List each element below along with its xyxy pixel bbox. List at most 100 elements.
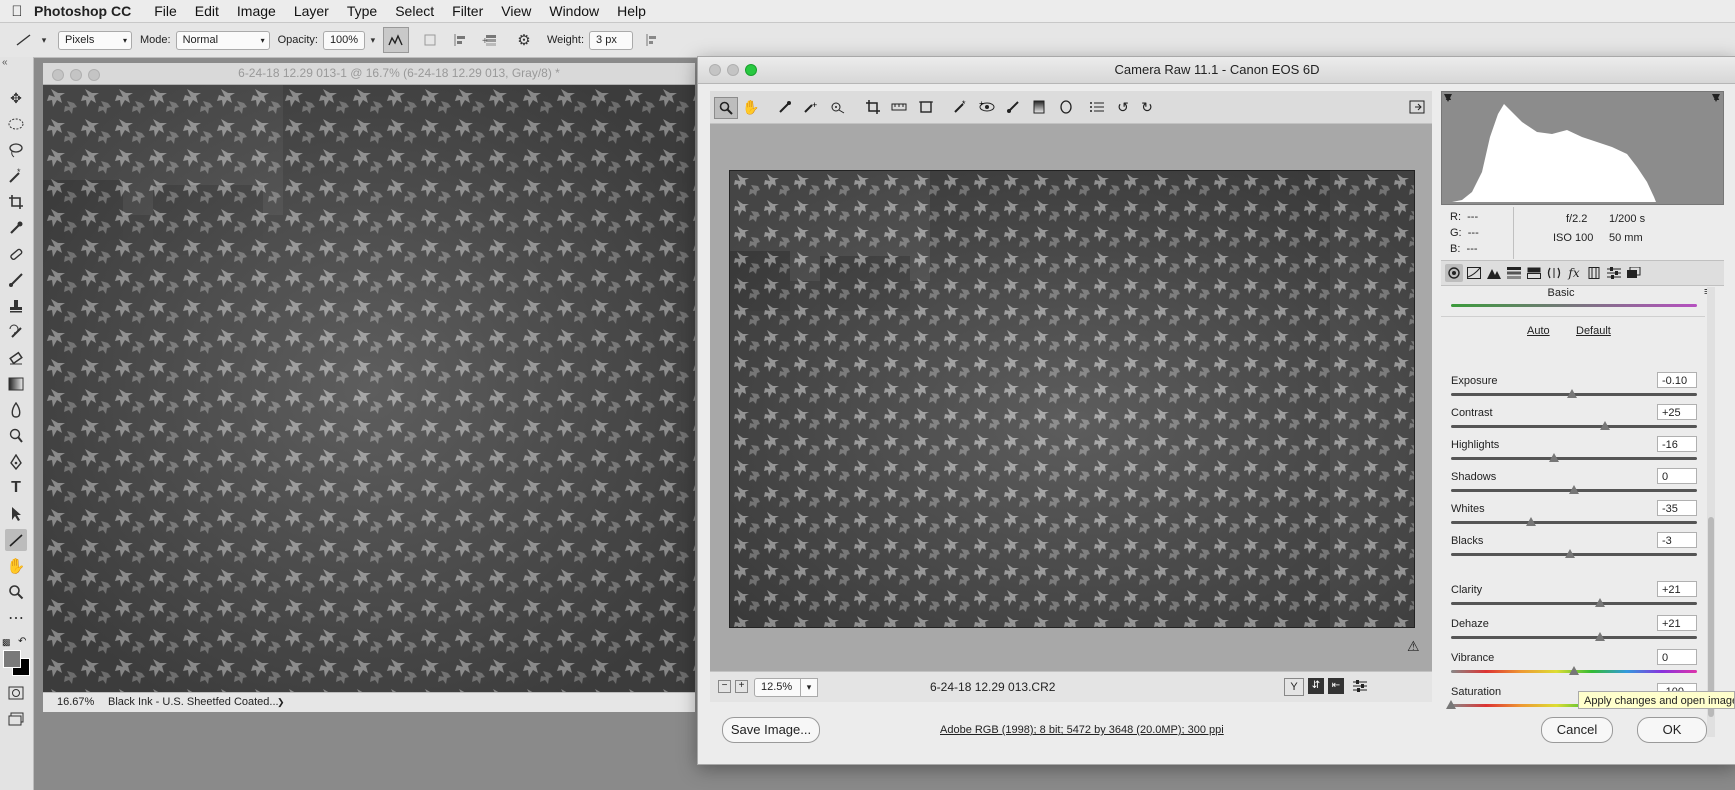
ok-button[interactable]: OK — [1637, 717, 1707, 743]
slider-thumb[interactable] — [1599, 421, 1610, 430]
slider-blacks[interactable]: Blacks -3 — [1451, 532, 1697, 565]
slider-track[interactable] — [1451, 425, 1697, 428]
default-colors-icon[interactable]: ▩ — [2, 637, 11, 648]
slider-thumb[interactable] — [1569, 666, 1579, 675]
workflow-options-link[interactable]: Adobe RGB (1998); 8 bit; 5472 by 3648 (2… — [940, 724, 1224, 736]
spot-removal-icon[interactable]: * — [950, 97, 972, 117]
zoom-icon[interactable] — [88, 69, 100, 81]
hand-tool-icon[interactable]: ✋ — [5, 555, 27, 577]
menu-edit[interactable]: Edit — [195, 3, 219, 19]
marquee-tool-icon[interactable] — [5, 113, 27, 135]
blur-tool-icon[interactable] — [5, 399, 27, 421]
slider-clarity[interactable]: Clarity +21 — [1451, 581, 1697, 614]
slider-shadows[interactable]: Shadows 0 — [1451, 468, 1697, 501]
zoom-out-icon[interactable]: − — [718, 680, 731, 693]
foreground-color-swatch[interactable] — [3, 650, 21, 668]
swap-before-after-icon[interactable]: ⇵ — [1308, 678, 1324, 694]
opacity-input[interactable]: 100% — [322, 30, 365, 50]
save-image-button[interactable]: Save Image... — [722, 717, 820, 743]
scrollbar-thumb[interactable] — [1708, 517, 1714, 717]
detail-tab-icon[interactable] — [1485, 264, 1503, 282]
transform-tool-icon[interactable] — [915, 97, 937, 117]
targeted-adjustment-icon[interactable] — [827, 97, 849, 117]
camera-calibration-tab-icon[interactable] — [1585, 264, 1603, 282]
copy-settings-icon[interactable]: ⇤ — [1328, 678, 1344, 694]
history-brush-icon[interactable] — [5, 321, 27, 343]
fullscreen-toggle-icon[interactable] — [1406, 97, 1428, 117]
slider-track[interactable] — [1451, 636, 1697, 639]
minimize-icon[interactable] — [70, 69, 82, 81]
slider-track[interactable] — [1451, 457, 1697, 460]
color-sampler-icon[interactable]: + — [800, 97, 822, 117]
slider-thumb[interactable] — [1569, 485, 1579, 494]
slider-thumb[interactable] — [1549, 453, 1560, 462]
snapshots-tab-icon[interactable] — [1625, 264, 1643, 282]
crop-tool-icon[interactable] — [5, 191, 27, 213]
menu-select[interactable]: Select — [395, 3, 434, 19]
radial-filter-icon[interactable] — [1055, 97, 1077, 117]
zoom-level[interactable]: 16.67% — [57, 693, 94, 712]
move-tool-icon[interactable]: ✥ — [5, 87, 27, 109]
red-eye-icon[interactable]: + — [976, 97, 998, 117]
gradient-tool-icon[interactable] — [5, 373, 27, 395]
menu-window[interactable]: Window — [549, 3, 599, 19]
zoom-tool-icon[interactable] — [714, 97, 738, 119]
highlight-clipping-icon[interactable]: ▲ — [1712, 92, 1721, 102]
auto-link[interactable]: Auto — [1527, 325, 1550, 337]
magic-wand-icon[interactable]: * — [5, 165, 27, 187]
more-tools-icon[interactable]: ⋯ — [5, 607, 27, 629]
lasso-tool-icon[interactable] — [5, 139, 27, 161]
screen-mode-icon[interactable] — [5, 708, 27, 730]
slider-track[interactable] — [1451, 602, 1697, 605]
healing-brush-icon[interactable] — [5, 243, 27, 265]
slider-value-input[interactable]: +25 — [1657, 404, 1697, 420]
slider-value-input[interactable]: -16 — [1657, 436, 1697, 452]
gear-icon[interactable]: ⚙ — [509, 31, 539, 49]
swap-colors-icon[interactable]: ↶ — [18, 636, 26, 647]
slider-value-input[interactable]: +21 — [1657, 615, 1697, 631]
slider-track[interactable] — [1451, 521, 1697, 524]
straighten-tool-icon[interactable] — [888, 97, 910, 117]
menu-help[interactable]: Help — [617, 3, 646, 19]
chevron-down-icon[interactable]: ▾ — [800, 678, 818, 697]
presets-tab-icon[interactable] — [1605, 264, 1623, 282]
graduated-filter-icon[interactable] — [1028, 97, 1050, 117]
dodge-tool-icon[interactable] — [5, 425, 27, 447]
preview-area[interactable]: ⚠ — [710, 124, 1432, 671]
quick-mask-icon[interactable] — [5, 682, 27, 704]
close-icon[interactable] — [709, 64, 721, 76]
close-icon[interactable] — [52, 69, 64, 81]
slider-value-input[interactable]: -0.10 — [1657, 372, 1697, 388]
path-arrangement-icon[interactable]: + — [475, 33, 505, 47]
slider-thumb[interactable] — [1566, 389, 1577, 398]
menu-layer[interactable]: Layer — [294, 3, 329, 19]
preferences-icon[interactable] — [1086, 97, 1108, 117]
eraser-tool-icon[interactable] — [5, 347, 27, 369]
slider-value-input[interactable]: -3 — [1657, 532, 1697, 548]
pen-tool-icon[interactable] — [5, 451, 27, 473]
slider-exposure[interactable]: Exposure -0.10 — [1451, 372, 1697, 405]
cancel-button[interactable]: Cancel — [1541, 717, 1613, 743]
slider-vibrance[interactable]: Vibrance 0 — [1451, 649, 1697, 682]
chevron-down-icon[interactable]: ▾ — [38, 35, 50, 46]
slider-thumb[interactable] — [1565, 549, 1576, 558]
brush-tool-icon[interactable] — [5, 269, 27, 291]
adjustment-brush-icon[interactable] — [1002, 97, 1024, 117]
hand-tool-icon[interactable]: ✋ — [740, 97, 762, 117]
slider-dehaze[interactable]: Dehaze +21 — [1451, 615, 1697, 648]
slider-thumb[interactable] — [1446, 700, 1456, 709]
apple-icon[interactable]:  — [0, 3, 34, 20]
menu-filter[interactable]: Filter — [452, 3, 483, 19]
effects-tab-icon[interactable]: fx — [1565, 264, 1583, 282]
toggle-settings-icon[interactable] — [1352, 678, 1368, 694]
document-canvas[interactable] — [43, 85, 695, 692]
line-tool-icon[interactable] — [5, 529, 27, 551]
zoom-in-icon[interactable]: + — [735, 680, 748, 693]
minimize-icon[interactable] — [727, 64, 739, 76]
slider-thumb[interactable] — [1594, 632, 1605, 641]
path-ops-icon[interactable] — [415, 33, 445, 47]
airbrush-icon[interactable] — [382, 27, 409, 53]
white-balance-icon[interactable] — [774, 97, 796, 117]
zoom-icon[interactable] — [745, 64, 757, 76]
slider-contrast[interactable]: Contrast +25 — [1451, 404, 1697, 437]
